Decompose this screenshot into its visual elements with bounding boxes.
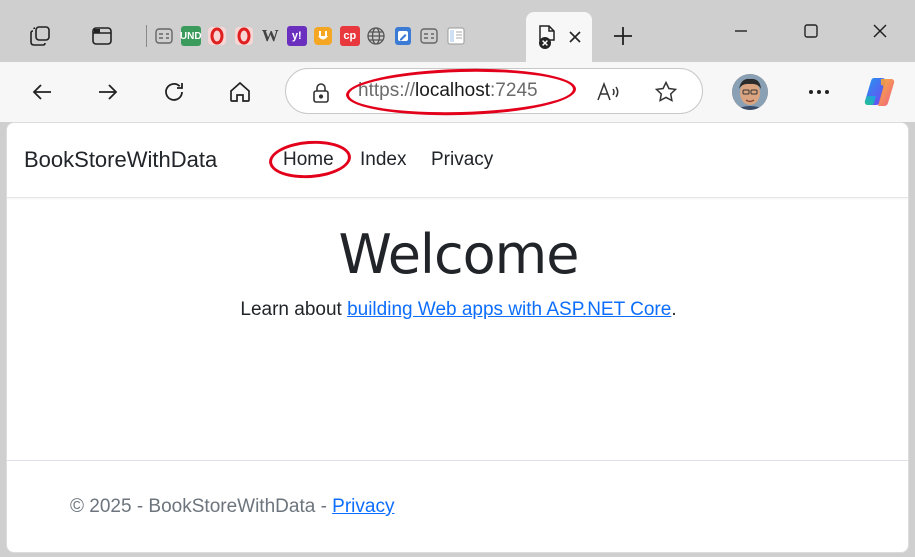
favorite-button[interactable] bbox=[648, 74, 684, 110]
read-aloud-icon bbox=[597, 81, 619, 101]
workspaces-icon bbox=[30, 26, 50, 46]
tab[interactable]: y! bbox=[284, 19, 311, 53]
opera-icon bbox=[234, 27, 253, 45]
url-port: :7245 bbox=[490, 80, 538, 101]
cp-icon: cp bbox=[339, 26, 360, 46]
plus-icon bbox=[614, 27, 632, 45]
footer-privacy-link[interactable]: Privacy bbox=[332, 496, 394, 517]
home-icon bbox=[230, 81, 250, 102]
tab-strip: UND W y! cp bbox=[0, 0, 915, 62]
vertical-tabs-button[interactable] bbox=[80, 14, 124, 58]
nav-link-home[interactable]: Home bbox=[283, 149, 334, 171]
site-navbar: BookStoreWithData Home Index Privacy bbox=[7, 123, 908, 198]
star-icon bbox=[654, 80, 678, 102]
tab[interactable] bbox=[390, 19, 417, 53]
browser-window: UND W y! cp https://localhost:7245 BookS… bbox=[0, 0, 915, 557]
minimize-icon bbox=[735, 30, 747, 32]
minimize-button[interactable] bbox=[718, 8, 764, 54]
arrow-left-icon bbox=[32, 84, 51, 100]
close-window-button[interactable] bbox=[857, 8, 903, 54]
active-tab[interactable] bbox=[526, 12, 592, 62]
arrow-right-icon bbox=[99, 84, 118, 100]
outlet-icon bbox=[314, 27, 333, 45]
new-tab-button[interactable] bbox=[601, 14, 645, 58]
tab[interactable] bbox=[310, 19, 337, 53]
page-viewport: BookStoreWithData Home Index Privacy Wel… bbox=[6, 122, 909, 553]
nav-link-index[interactable]: Index bbox=[360, 149, 406, 171]
footer-copyright: © 2025 - BookStoreWithData - bbox=[70, 496, 333, 517]
settings-and-more-button[interactable] bbox=[797, 70, 841, 114]
workspaces-button[interactable] bbox=[18, 14, 62, 58]
back-button[interactable] bbox=[20, 70, 64, 114]
tab[interactable] bbox=[231, 19, 258, 53]
tab[interactable] bbox=[363, 19, 390, 53]
close-icon bbox=[873, 24, 887, 38]
tab[interactable] bbox=[204, 19, 231, 53]
und-icon: UND bbox=[180, 26, 202, 46]
reader-icon bbox=[447, 27, 465, 45]
wikipedia-icon: W bbox=[261, 26, 279, 45]
url-text[interactable]: https://localhost:7245 bbox=[358, 80, 538, 102]
intro-text: Learn about building Web apps with ASP.N… bbox=[7, 299, 908, 321]
copilot-button[interactable] bbox=[860, 72, 900, 112]
tab-actions-icon bbox=[92, 27, 112, 45]
aspnet-docs-link[interactable]: building Web apps with ASP.NET Core bbox=[347, 299, 671, 320]
address-bar[interactable]: https://localhost:7245 bbox=[285, 65, 703, 119]
site-brand[interactable]: BookStoreWithData bbox=[24, 147, 217, 173]
tab-separator bbox=[146, 25, 147, 47]
refresh-icon bbox=[165, 83, 183, 101]
tab[interactable]: UND bbox=[178, 19, 205, 53]
maximize-icon bbox=[804, 24, 818, 38]
page-loading-icon bbox=[539, 25, 555, 49]
intro-prefix: Learn about bbox=[240, 299, 348, 320]
site-footer: © 2025 - BookStoreWithData - Privacy bbox=[70, 496, 394, 518]
tab[interactable] bbox=[443, 19, 470, 53]
browser-toolbar: https://localhost:7245 bbox=[0, 62, 915, 122]
read-aloud-button[interactable] bbox=[591, 74, 627, 110]
yahoo-icon: y! bbox=[286, 26, 307, 46]
profile-avatar[interactable] bbox=[732, 74, 768, 110]
home-button[interactable] bbox=[218, 70, 262, 114]
generic-page-icon bbox=[155, 28, 173, 44]
more-horizontal-icon bbox=[809, 90, 829, 94]
tab[interactable] bbox=[151, 19, 178, 53]
globe-icon bbox=[367, 27, 385, 45]
url-host: localhost bbox=[415, 80, 491, 101]
generic-page-icon bbox=[420, 28, 438, 44]
page-heading: Welcome bbox=[338, 223, 579, 286]
footer-divider bbox=[7, 460, 908, 461]
tab[interactable] bbox=[416, 19, 443, 53]
copilot-icon bbox=[864, 78, 895, 106]
opera-icon bbox=[208, 27, 227, 45]
profile-photo-icon bbox=[732, 74, 768, 110]
close-tab-icon[interactable] bbox=[568, 30, 582, 44]
tab[interactable]: cp bbox=[337, 19, 364, 53]
pinned-tabs: UND W y! cp bbox=[142, 19, 469, 53]
maximize-button[interactable] bbox=[788, 8, 834, 54]
doc-edit-icon bbox=[394, 27, 411, 45]
refresh-button[interactable] bbox=[152, 70, 196, 114]
nav-link-privacy[interactable]: Privacy bbox=[431, 149, 493, 171]
forward-button[interactable] bbox=[86, 70, 130, 114]
url-scheme: https:// bbox=[358, 80, 416, 101]
tab[interactable]: W bbox=[257, 19, 284, 53]
intro-suffix: . bbox=[671, 299, 677, 320]
lock-icon[interactable] bbox=[311, 82, 331, 104]
